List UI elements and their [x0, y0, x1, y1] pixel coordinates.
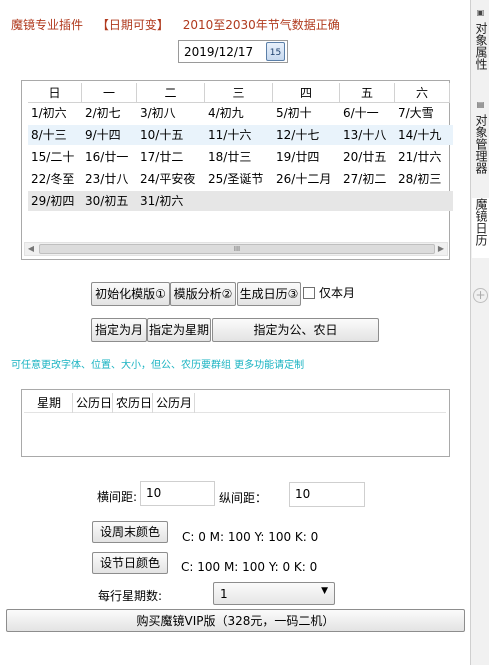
vertical-spacing-label: 纵间距：	[219, 491, 268, 505]
object-manager-icon: ▤	[476, 100, 485, 109]
plugin-name: 魔镜专业插件	[11, 18, 84, 32]
add-docker-icon[interactable]: +	[473, 288, 488, 303]
day-cell[interactable]: 26/十二月	[273, 169, 340, 189]
header-saturday: 六	[395, 83, 450, 103]
tab-magic-calendar-label: 魔镜日历	[474, 198, 488, 246]
day-cell[interactable]: 24/平安夜	[137, 169, 205, 189]
horizontal-scrollbar[interactable]: ◀ III ▶	[24, 242, 448, 256]
calendar-row-selected[interactable]: 8/十三 9/十四 10/十五 11/十六 12/十七 13/十八 14/十九	[28, 125, 453, 145]
init-template-button[interactable]: 初始化模版①	[91, 282, 170, 306]
weeks-per-row-label: 每行星期数:	[98, 589, 163, 603]
day-cell[interactable]: 30/初五	[82, 191, 137, 211]
set-weekend-color-button[interactable]: 设周末颜色	[92, 521, 168, 543]
buy-vip-button[interactable]: 购买魔镜VIP版（328元，一码二机）	[6, 609, 465, 632]
day-cell[interactable]: 14/十九	[395, 125, 450, 145]
horizontal-spacing-label: 横间距:	[97, 490, 138, 504]
object-properties-icon: ▣	[476, 8, 485, 17]
day-cell[interactable]: 23/廿八	[82, 169, 137, 189]
day-cell[interactable]: 29/初四	[28, 191, 82, 211]
day-cell[interactable]: 31/初六	[137, 191, 205, 211]
weekend-color-value: C: 0 M: 100 Y: 100 K: 0	[182, 530, 319, 544]
day-cell[interactable]: 21/廿六	[395, 147, 450, 167]
day-cell[interactable]: 10/十五	[137, 125, 205, 145]
day-cell[interactable]: 6/十一	[340, 103, 395, 123]
set-holiday-color-button[interactable]: 设节日颜色	[92, 552, 168, 574]
header-thursday: 四	[273, 83, 340, 103]
plugin-tag: 【日期可变】	[96, 18, 169, 32]
column-solar-day: 公历日	[73, 393, 113, 413]
day-cell[interactable]: 13/十八	[340, 125, 395, 145]
day-cell[interactable]: 2/初七	[82, 103, 137, 123]
tab-object-manager-label: 对象管理器	[474, 114, 488, 174]
plugin-header: 魔镜专业插件 【日期可变】 2010至2030年节气数据正确	[11, 16, 350, 33]
field-list-header: 星期 公历日 农历日 公历月	[24, 393, 446, 413]
weeks-per-row-select[interactable]: 1 ▼	[213, 582, 335, 605]
calendar-row[interactable]: 15/二十 16/廿一 17/廿二 18/廿三 19/廿四 20/廿五 21/廿…	[28, 147, 453, 167]
calendar-header-row: 日 一 二 三 四 五 六	[28, 83, 453, 103]
tab-object-properties-label: 对象属性	[474, 22, 488, 70]
day-cell[interactable]: 8/十三	[28, 125, 82, 145]
header-tuesday: 二	[137, 83, 205, 103]
day-cell[interactable]: 12/十七	[273, 125, 340, 145]
scroll-left-icon[interactable]: ◀	[25, 243, 37, 255]
plugin-description: 2010至2030年节气数据正确	[182, 18, 340, 32]
day-cell[interactable]: 17/廿二	[137, 147, 205, 167]
generate-calendar-button[interactable]: 生成日历③	[237, 282, 301, 306]
day-cell[interactable]	[205, 191, 273, 211]
set-month-button[interactable]: 指定为月	[91, 318, 147, 342]
day-cell[interactable]: 16/廿一	[82, 147, 137, 167]
docker-tab-bar: ▣ 对象属性 ▤ 对象管理器 魔镜日历 +	[470, 0, 489, 665]
calendar-plugin-panel: 魔镜专业插件 【日期可变】 2010至2030年节气数据正确 2019/12/1…	[0, 0, 470, 665]
column-solar-month: 公历月	[153, 393, 195, 413]
column-week: 星期	[24, 393, 73, 413]
calendar-row[interactable]: 22/冬至 23/廿八 24/平安夜 25/圣诞节 26/十二月 27/初二 2…	[28, 169, 453, 189]
hint-text: 可任意更改字体、位置、大小，但公、农历要群组 更多功能请定制	[11, 360, 305, 371]
day-cell[interactable]: 28/初三	[395, 169, 450, 189]
day-cell[interactable]: 11/十六	[205, 125, 273, 145]
field-list[interactable]: 星期 公历日 农历日 公历月	[21, 389, 450, 457]
day-cell[interactable]: 15/二十	[28, 147, 82, 167]
day-cell[interactable]: 7/大雪	[395, 103, 450, 123]
calendar-grid[interactable]: 日 一 二 三 四 五 六 1/初六 2/初七 3/初八 4/初九 5/初十 6…	[21, 80, 453, 260]
day-cell[interactable]: 9/十四	[82, 125, 137, 145]
day-cell[interactable]: 3/初八	[137, 103, 205, 123]
scroll-right-icon[interactable]: ▶	[435, 243, 447, 255]
weeks-per-row-value: 1	[220, 587, 228, 601]
scroll-thumb[interactable]: III	[39, 244, 435, 254]
day-cell[interactable]: 1/初六	[28, 103, 82, 123]
day-cell[interactable]: 18/廿三	[205, 147, 273, 167]
holiday-color-value: C: 100 M: 100 Y: 0 K: 0	[181, 560, 318, 574]
tab-magic-calendar[interactable]: 魔镜日历	[472, 198, 489, 258]
calendar-icon[interactable]: 15	[266, 42, 285, 61]
header-friday: 五	[340, 83, 395, 103]
set-solar-lunar-button[interactable]: 指定为公、农日	[212, 318, 379, 342]
day-cell[interactable]: 4/初九	[205, 103, 273, 123]
calendar-row[interactable]: 1/初六 2/初七 3/初八 4/初九 5/初十 6/十一 7/大雪	[28, 103, 453, 123]
day-cell[interactable]: 27/初二	[340, 169, 395, 189]
header-sunday: 日	[28, 83, 82, 103]
set-week-button[interactable]: 指定为星期	[147, 318, 211, 342]
this-month-only-checkbox[interactable]	[303, 287, 315, 299]
header-wednesday: 三	[205, 83, 273, 103]
day-cell[interactable]	[273, 191, 340, 211]
day-cell[interactable]: 5/初十	[273, 103, 340, 123]
tab-object-properties[interactable]: ▣ 对象属性	[472, 6, 489, 84]
date-value: 2019/12/17	[184, 45, 254, 59]
template-analysis-button[interactable]: 模版分析②	[170, 282, 236, 306]
header-monday: 一	[82, 83, 137, 103]
date-picker[interactable]: 2019/12/17 15	[178, 40, 288, 63]
day-cell[interactable]	[395, 191, 450, 211]
day-cell[interactable]	[340, 191, 395, 211]
calendar-row-selected[interactable]: 29/初四 30/初五 31/初六	[28, 191, 453, 211]
tab-object-manager[interactable]: ▤ 对象管理器	[472, 98, 489, 186]
horizontal-spacing-input[interactable]: 10	[140, 481, 215, 506]
vertical-spacing-input[interactable]: 10	[289, 482, 365, 507]
day-cell[interactable]: 20/廿五	[340, 147, 395, 167]
column-lunar-day: 农历日	[113, 393, 153, 413]
day-cell[interactable]: 25/圣诞节	[205, 169, 273, 189]
chevron-down-icon: ▼	[321, 586, 328, 596]
this-month-only-label: 仅本月	[319, 286, 356, 300]
day-cell[interactable]: 19/廿四	[273, 147, 340, 167]
day-cell[interactable]: 22/冬至	[28, 169, 82, 189]
